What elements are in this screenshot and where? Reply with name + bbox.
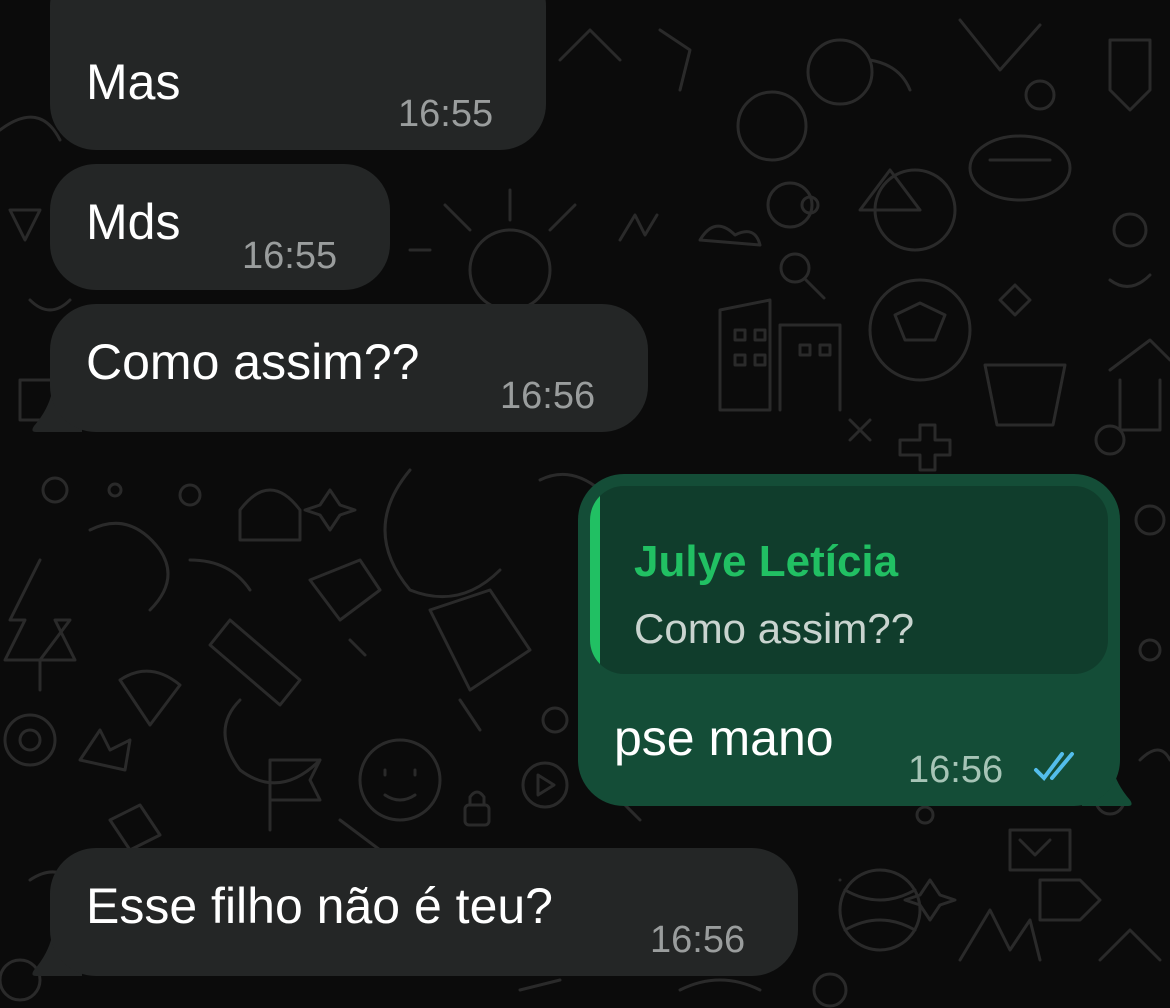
quote-accent-bar — [590, 486, 600, 674]
message-time: 16:56 — [650, 919, 746, 961]
message-time: 16:55 — [242, 235, 338, 277]
message-text: Como assim?? — [86, 334, 420, 390]
message-text: Esse filho não é teu? — [86, 878, 553, 934]
message-bubble-incoming[interactable]: Como assim?? 16:56 — [50, 304, 648, 432]
message-bubble-incoming[interactable]: Mds 16:55 — [50, 164, 390, 290]
message-bubble-incoming[interactable]: Mas 16:55 — [50, 0, 546, 150]
message-text: Mas — [86, 54, 181, 110]
double-check-icon — [1034, 752, 1074, 782]
message-text: pse mano — [614, 710, 834, 766]
message-time: 16:56 — [908, 749, 1004, 791]
quote-text: Como assim?? — [634, 605, 915, 652]
quote-author: Julye Letícia — [634, 537, 899, 586]
quoted-message[interactable]: Julye Letícia Como assim?? — [590, 486, 1108, 674]
message-time: 16:55 — [398, 93, 494, 135]
message-bubble-incoming[interactable]: Esse filho não é teu? 16:56 — [50, 848, 798, 976]
message-bubble-outgoing[interactable]: Julye Letícia Como assim?? pse mano 16:5… — [578, 474, 1120, 806]
message-text: Mds — [86, 194, 181, 250]
message-time: 16:56 — [500, 375, 596, 417]
